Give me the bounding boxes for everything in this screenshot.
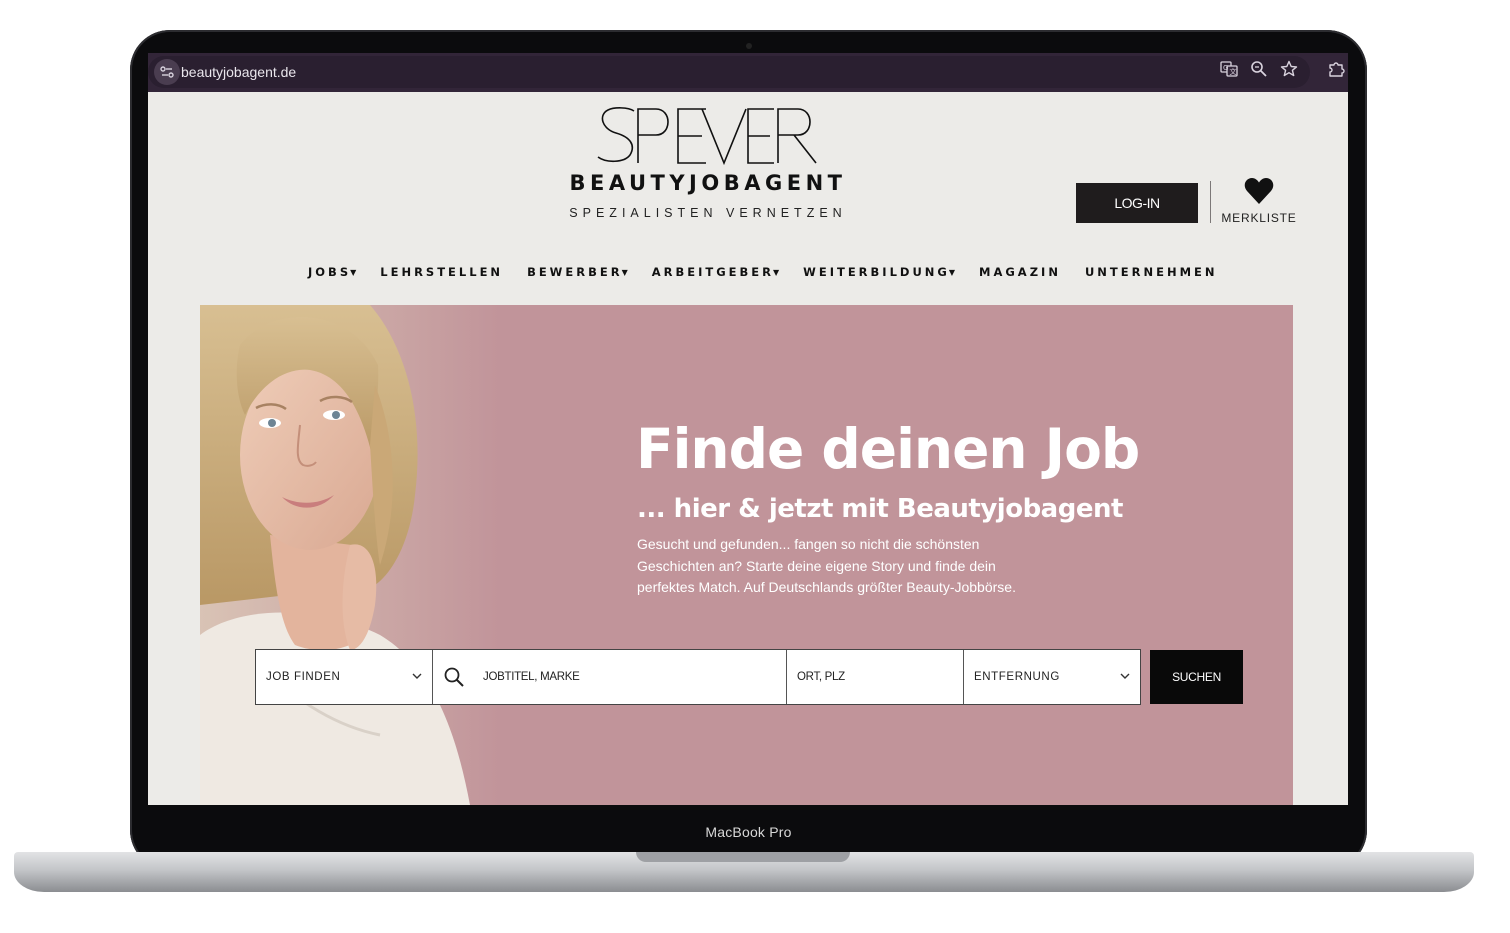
wishlist-label: MERKLISTE — [1221, 211, 1297, 225]
brand-name: BEAUTYJOBAGENT — [569, 171, 847, 195]
nav-item-weiterbildung[interactable]: WEITERBILDUNG ▼ — [803, 263, 955, 281]
hero-subtitle: ... hier & jetzt mit Beautyjobagent — [637, 494, 1123, 524]
hero-banner: Finde deinen Job ... hier & jetzt mit Be… — [200, 305, 1293, 805]
hero-title: Finde deinen Job — [636, 417, 1140, 481]
url-text[interactable]: beautyjobagent.de — [181, 64, 296, 80]
nav-item-jobs[interactable]: JOBS ▼ — [308, 263, 356, 281]
bookmark-star-icon[interactable] — [1279, 59, 1299, 79]
site-logo[interactable]: BEAUTYJOBAGENT SPEZIALISTEN VERNETZEN — [558, 105, 858, 235]
camera — [746, 43, 752, 49]
keyword-placeholder: JOBTITEL, MARKE — [483, 671, 580, 683]
extensions-icon[interactable] — [1326, 59, 1346, 79]
search-icon — [444, 667, 464, 687]
header-divider — [1210, 181, 1211, 223]
nav-item-bewerber[interactable]: BEWERBER ▼ — [527, 263, 628, 281]
nav-item-label: JOBS — [308, 265, 352, 279]
caret-down-icon: ▼ — [948, 267, 956, 277]
nav-item-label: BEWERBER — [527, 265, 623, 279]
nav-item-label: MAGAZIN — [979, 265, 1061, 279]
laptop-base-notch — [636, 852, 850, 862]
zoom-icon[interactable] — [1249, 59, 1269, 79]
caret-down-icon: ▼ — [773, 267, 780, 277]
brand-tagline: SPEZIALISTEN VERNETZEN — [569, 206, 847, 220]
location-input[interactable]: ORT, PLZ — [787, 650, 964, 704]
category-select-value: JOB FINDEN — [266, 671, 341, 683]
nav-item-label: UNTERNEHMEN — [1084, 265, 1218, 279]
translate-icon[interactable]: G 文 — [1219, 59, 1239, 79]
location-placeholder: ORT, PLZ — [797, 671, 845, 683]
speyer-wordmark-logo — [597, 107, 817, 165]
distance-select[interactable]: ENTFERNUNG — [964, 650, 1140, 704]
login-button[interactable]: LOG-IN — [1076, 183, 1198, 223]
device-model-label: MacBook Pro — [705, 824, 792, 840]
caret-down-icon: ▼ — [621, 267, 628, 277]
heart-icon — [1244, 178, 1274, 204]
browser-toolbar: beautyjobagent.de G 文 — [148, 53, 1348, 92]
chevron-down-icon — [412, 673, 422, 679]
main-nav: JOBS ▼ LEHRSTELLEN BEWERBER ▼ ARBEITGEBER ▼… — [308, 263, 1242, 281]
nav-item-label: WEITERBILDUNG — [803, 265, 950, 279]
chevron-down-icon — [1120, 673, 1130, 679]
site-info-icon[interactable] — [154, 59, 180, 85]
category-select[interactable]: JOB FINDEN — [256, 650, 433, 704]
keyword-input[interactable]: JOBTITEL, MARKE — [433, 650, 787, 704]
svg-text:文: 文 — [1230, 67, 1237, 76]
hero-portrait-image — [200, 305, 500, 805]
job-search-form: JOB FINDEN JOBTITEL, MARKE ORT, PLZ ENTF… — [255, 649, 1141, 705]
address-bar[interactable]: beautyjobagent.de — [148, 56, 1310, 88]
svg-text:G: G — [1223, 64, 1228, 72]
hero-description: Gesucht und gefunden... fangen so nicht … — [637, 536, 1016, 595]
distance-select-value: ENTFERNUNG — [974, 671, 1060, 683]
search-submit-button[interactable]: SUCHEN — [1150, 650, 1243, 704]
nav-item-arbeitgeber[interactable]: ARBEITGEBER ▼ — [652, 263, 779, 281]
wishlist-link[interactable]: MERKLISTE — [1220, 177, 1298, 227]
caret-down-icon: ▼ — [350, 267, 357, 277]
nav-item-label: ARBEITGEBER — [651, 265, 774, 279]
nav-item-label: LEHRSTELLEN — [380, 265, 504, 279]
nav-item-unternehmen[interactable]: UNTERNEHMEN — [1085, 263, 1218, 281]
nav-item-magazin[interactable]: MAGAZIN — [979, 263, 1061, 281]
nav-item-lehrstellen[interactable]: LEHRSTELLEN — [380, 263, 503, 281]
browser-screen: beautyjobagent.de G 文 BEAUTYJOBAGENT SPE… — [148, 53, 1348, 805]
